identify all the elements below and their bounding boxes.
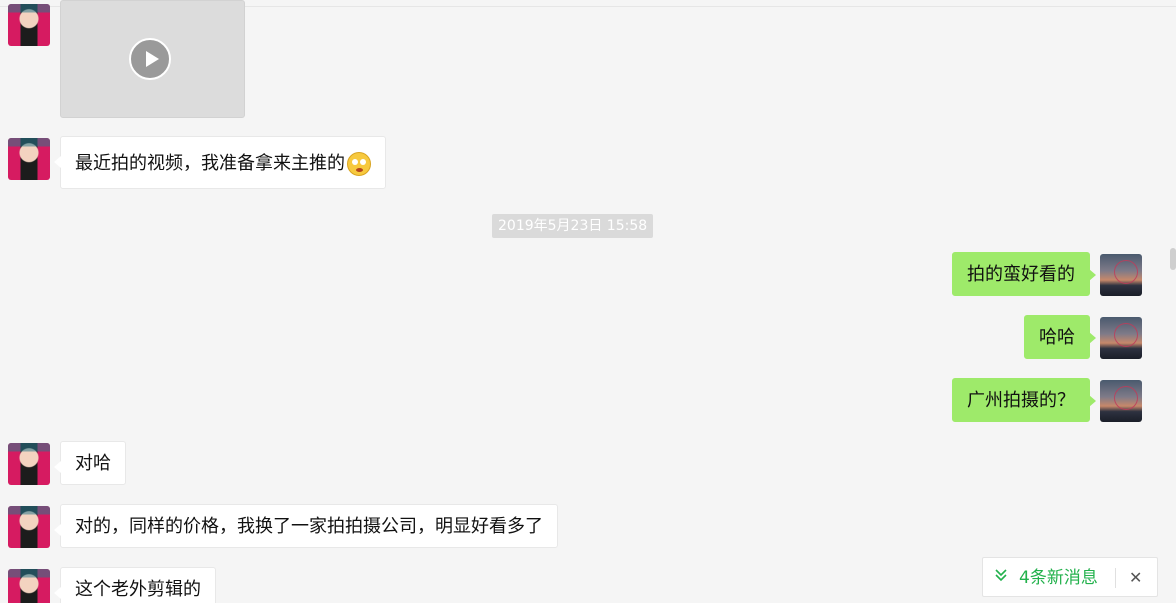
incoming-message-bubble[interactable]: 这个老外剪辑的 [54,567,216,603]
play-icon[interactable] [129,38,171,80]
message-text: 对哈 [75,453,111,474]
outgoing-message-bubble[interactable]: 哈哈 [1024,315,1096,359]
contact-avatar[interactable] [8,443,50,485]
self-avatar[interactable] [1100,317,1142,359]
contact-avatar[interactable] [8,138,50,180]
message-text: 对的，同样的价格，我换了一家拍拍摄公司，明显好看多了 [75,516,543,537]
ferris-wheel-icon [1114,386,1138,410]
blushing-emoji-icon [347,152,371,176]
outgoing-message-bubble[interactable]: 拍的蛮好看的 [952,252,1096,296]
contact-avatar[interactable] [8,4,50,46]
scrollbar-thumb[interactable] [1170,248,1176,270]
outgoing-message-bubble[interactable]: 广州拍摄的？ [952,378,1096,422]
incoming-message-bubble[interactable]: 对的，同样的价格，我换了一家拍拍摄公司，明显好看多了 [54,504,558,548]
incoming-message-bubble[interactable]: 对哈 [54,441,126,485]
message-text: 这个老外剪辑的 [75,579,201,600]
close-icon[interactable]: ✕ [1129,558,1142,598]
contact-avatar[interactable] [8,506,50,548]
self-avatar[interactable] [1100,380,1142,422]
new-messages-notification[interactable]: 4条新消息 ✕ [982,557,1158,597]
message-timestamp: 2019年5月23日 15:58 [492,214,654,238]
double-chevron-down-icon-svg [995,569,1007,582]
message-text: 拍的蛮好看的 [967,264,1075,285]
incoming-message-bubble[interactable]: 最近拍的视频，我准备拿来主推的 [54,136,386,189]
double-chevron-down-icon [995,568,1007,587]
message-text: 哈哈 [1039,327,1075,348]
contact-avatar[interactable] [8,569,50,603]
chat-window: 最近拍的视频，我准备拿来主推的 2019年5月23日 15:58 拍的蛮好看的 … [0,0,1176,603]
video-thumbnail[interactable] [60,0,245,118]
ferris-wheel-icon [1114,323,1138,347]
self-avatar[interactable] [1100,254,1142,296]
divider [1115,568,1116,588]
message-text: 广州拍摄的？ [967,390,1075,411]
ferris-wheel-icon [1114,260,1138,284]
message-text: 最近拍的视频，我准备拿来主推的 [75,153,345,174]
new-messages-label[interactable]: 4条新消息 [1019,558,1098,598]
